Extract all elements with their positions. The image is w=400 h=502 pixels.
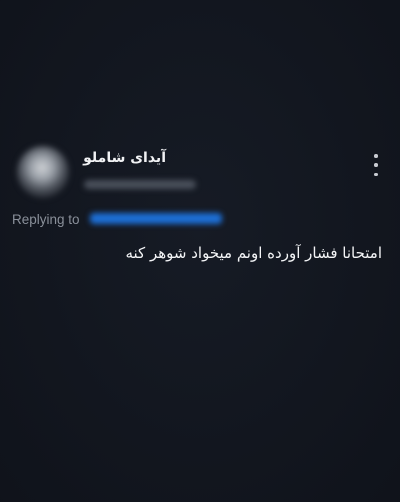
more-options-button[interactable] (366, 154, 386, 176)
replying-to-handle-link-redacted[interactable] (90, 213, 222, 224)
author-handle-redacted (84, 180, 196, 189)
replying-to-label: Replying to (12, 212, 80, 227)
tweet-text: امتحانا فشار آورده اونم میخواد شوهر کنه (125, 244, 382, 262)
more-vertical-icon (374, 154, 378, 158)
avatar[interactable] (17, 146, 69, 198)
more-vertical-icon-dot (374, 163, 378, 167)
more-vertical-icon-dot (374, 172, 378, 176)
author-name[interactable]: آیدای شاملو (83, 150, 166, 166)
